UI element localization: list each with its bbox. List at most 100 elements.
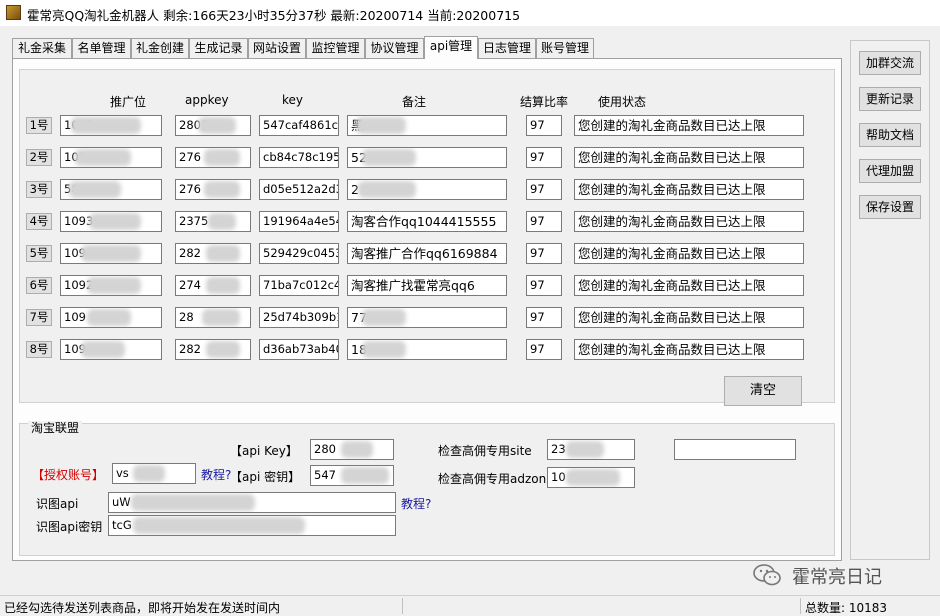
rate-input[interactable]: 97 (526, 243, 562, 264)
image-secret-input[interactable]: tcG (108, 515, 396, 536)
update-log-button[interactable]: 更新记录 (859, 87, 921, 111)
remark-input[interactable]: 淘客合作qq1044415555 (347, 211, 507, 232)
tutorial-link-image[interactable]: 教程? (401, 495, 431, 512)
appkey-value: 282 (179, 342, 201, 356)
key-input[interactable]: 191964a4e5431 (259, 211, 339, 232)
tab-site-settings[interactable]: 网站设置 (248, 38, 306, 58)
row-number-button[interactable]: 1号 (26, 117, 52, 134)
tab-api-manage[interactable]: api管理 (424, 36, 478, 59)
help-docs-button[interactable]: 帮助文档 (859, 123, 921, 147)
api-key-input[interactable]: 280 (310, 439, 394, 460)
save-settings-button[interactable]: 保存设置 (859, 195, 921, 219)
remark-input[interactable]: 淘客推广找霍常亮qq6 (347, 275, 507, 296)
status-field[interactable]: 您创建的淘礼金商品数目已达上限 (574, 211, 804, 232)
appkey-input[interactable]: 2801 (175, 115, 251, 136)
header-pid: 推广位 (110, 95, 147, 109)
tab-log-manage[interactable]: 日志管理 (478, 38, 536, 58)
site-label: 检查高佣专用site (438, 444, 532, 458)
row-number-button[interactable]: 6号 (26, 277, 52, 294)
pid-input[interactable]: 109 (60, 339, 162, 360)
pid-input[interactable]: 1095 (60, 115, 162, 136)
appkey-input[interactable]: 276 (175, 147, 251, 168)
auth-account-input[interactable]: vs (112, 463, 196, 484)
redaction-blur (198, 117, 236, 134)
remark-input[interactable]: 52 (347, 147, 507, 168)
key-input[interactable]: 529429c045319 (259, 243, 339, 264)
adzone-input[interactable]: 10 (547, 467, 635, 488)
redaction-blur (206, 245, 240, 262)
pid-input[interactable]: 58 (60, 179, 162, 200)
key-input[interactable]: cb84c78c195fb (259, 147, 339, 168)
redaction-blur (81, 245, 141, 262)
tab-gift-collect[interactable]: 礼金采集 (12, 38, 72, 58)
rate-input[interactable]: 97 (526, 115, 562, 136)
appkey-input[interactable]: 2375 (175, 211, 251, 232)
header-remark: 备注 (402, 95, 427, 109)
key-input[interactable]: 71ba7c012c426 (259, 275, 339, 296)
redaction-blur (362, 341, 406, 358)
pid-input[interactable]: 1092 (60, 275, 162, 296)
site-input[interactable]: 23 (547, 439, 635, 460)
tab-gift-create[interactable]: 礼金创建 (131, 38, 189, 58)
tab-account-manage[interactable]: 账号管理 (536, 38, 594, 58)
appkey-input[interactable]: 282 (175, 339, 251, 360)
appkey-input[interactable]: 274 (175, 275, 251, 296)
extra-input[interactable] (674, 439, 796, 460)
image-api-input[interactable]: uW (108, 492, 396, 513)
redaction-blur (362, 309, 406, 326)
rate-input[interactable]: 97 (526, 211, 562, 232)
remark-input[interactable]: 77 (347, 307, 507, 328)
rate-input[interactable]: 97 (526, 179, 562, 200)
row-number-button[interactable]: 4号 (26, 213, 52, 230)
pid-input[interactable]: 109 (60, 147, 162, 168)
key-input[interactable]: 25d74b309b1f8 (259, 307, 339, 328)
redaction-blur (341, 467, 389, 484)
status-field[interactable]: 您创建的淘礼金商品数目已达上限 (574, 147, 804, 168)
status-field[interactable]: 您创建的淘礼金商品数目已达上限 (574, 243, 804, 264)
row-number-button[interactable]: 5号 (26, 245, 52, 262)
pid-input[interactable]: 109 (60, 307, 162, 328)
key-input[interactable]: d36ab73ab40a2 (259, 339, 339, 360)
agent-join-button[interactable]: 代理加盟 (859, 159, 921, 183)
row-number-button[interactable]: 7号 (26, 309, 52, 326)
status-field[interactable]: 您创建的淘礼金商品数目已达上限 (574, 307, 804, 328)
status-field[interactable]: 您创建的淘礼金商品数目已达上限 (574, 275, 804, 296)
image-secret-label: 识图api密钥 (36, 520, 103, 534)
tab-generate-records[interactable]: 生成记录 (189, 38, 248, 58)
key-input[interactable]: 547caf4861c66 (259, 115, 339, 136)
remark-input[interactable]: 淘客推广合作qq6169884 (347, 243, 507, 264)
appkey-value: 276 (179, 182, 201, 196)
remark-input[interactable]: 2 (347, 179, 507, 200)
redaction-blur (89, 213, 141, 230)
join-group-button[interactable]: 加群交流 (859, 51, 921, 75)
status-field[interactable]: 您创建的淘礼金商品数目已达上限 (574, 115, 804, 136)
tab-list-manage[interactable]: 名单管理 (72, 38, 131, 58)
remark-input[interactable]: 黑 (347, 115, 507, 136)
remark-input[interactable]: 18 (347, 339, 507, 360)
key-input[interactable]: d05e512a2d3b7 (259, 179, 339, 200)
row-number-button[interactable]: 8号 (26, 341, 52, 358)
pid-input[interactable]: 1093 (60, 211, 162, 232)
appkey-input[interactable]: 276 (175, 179, 251, 200)
status-field[interactable]: 您创建的淘礼金商品数目已达上限 (574, 339, 804, 360)
redaction-blur (206, 277, 240, 294)
rate-input[interactable]: 97 (526, 275, 562, 296)
tutorial-link[interactable]: 教程? (201, 466, 231, 483)
api-secret-input[interactable]: 547 (310, 465, 394, 486)
rate-input[interactable]: 97 (526, 147, 562, 168)
appkey-value: 28 (179, 310, 194, 324)
appkey-input[interactable]: 282 (175, 243, 251, 264)
image-api-value: uW (112, 495, 131, 509)
rate-input[interactable]: 97 (526, 339, 562, 360)
tab-monitor-manage[interactable]: 监控管理 (306, 38, 365, 58)
rate-input[interactable]: 97 (526, 307, 562, 328)
status-field[interactable]: 您创建的淘礼金商品数目已达上限 (574, 179, 804, 200)
clear-button[interactable]: 清空 (724, 376, 802, 406)
appkey-input[interactable]: 28 (175, 307, 251, 328)
pid-input[interactable]: 109 (60, 243, 162, 264)
row-number-button[interactable]: 3号 (26, 181, 52, 198)
tab-protocol-manage[interactable]: 协议管理 (365, 38, 424, 58)
auth-account-value: vs (116, 466, 129, 480)
api-table-group: 推广位 appkey key 备注 结算比率 使用状态 1号 1095 2801… (19, 69, 835, 406)
row-number-button[interactable]: 2号 (26, 149, 52, 166)
